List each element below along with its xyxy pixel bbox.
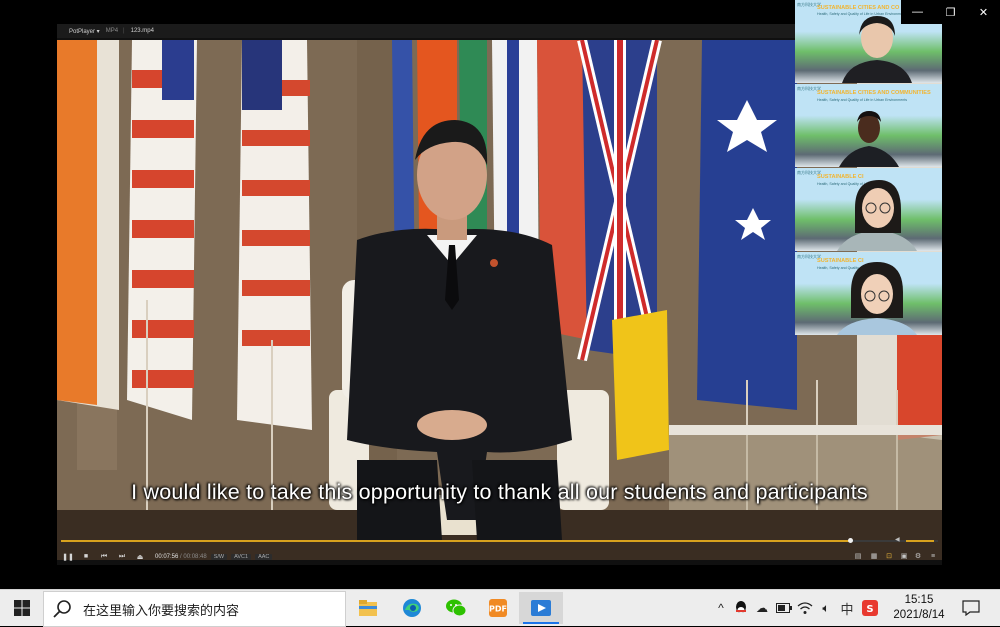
- restore-icon[interactable]: ❐: [934, 0, 967, 24]
- search-placeholder: 在这里输入你要搜索的内容: [83, 602, 240, 618]
- participant-tile-4[interactable]: 南方科技大学 SUSTAINABLE CI Health, Safety and…: [795, 252, 942, 335]
- volume-tray-icon[interactable]: 🔈︎: [817, 598, 835, 618]
- total-time: / 00:08:48: [180, 553, 207, 560]
- audio-codec-badge[interactable]: AAC: [255, 553, 273, 560]
- taskbar-app[interactable]: PDF: [476, 592, 520, 624]
- window-controls: — ❐ ✕: [901, 0, 1000, 24]
- onedrive-cloud-icon[interactable]: ☁: [753, 598, 771, 618]
- next-icon[interactable]: ⏭: [115, 550, 129, 564]
- edge-icon: [403, 599, 421, 617]
- search-icon: [53, 600, 71, 618]
- time-display: 00:07:56 / 00:08:48: [155, 554, 207, 560]
- player-file-name: 123.mp4: [130, 28, 154, 34]
- previous-icon[interactable]: ⏮: [97, 550, 111, 564]
- svg-text:S: S: [866, 604, 873, 615]
- title-separator: |: [123, 28, 125, 34]
- volume-bar[interactable]: [906, 540, 934, 542]
- close-icon[interactable]: ✕: [967, 0, 1000, 24]
- windows-logo-icon: [13, 600, 30, 616]
- stop-icon[interactable]: ■: [79, 550, 93, 564]
- ime-indicator[interactable]: 中: [838, 598, 856, 618]
- svg-text:PDF: PDF: [489, 605, 507, 614]
- pause-icon[interactable]: ❚❚: [61, 550, 75, 564]
- clock-time: 15:15: [904, 594, 934, 606]
- subtitle-icon[interactable]: ▦: [868, 550, 880, 562]
- decoder-badge[interactable]: S/W: [210, 553, 228, 560]
- current-time: 00:07:56: [155, 553, 179, 560]
- file-explorer-icon: [359, 600, 377, 616]
- minimize-icon[interactable]: —: [901, 0, 934, 24]
- taskbar-wechat[interactable]: [434, 592, 478, 624]
- wifi-icon[interactable]: [796, 598, 814, 618]
- taskbar-clock[interactable]: 15:15 2021/8/14: [886, 593, 952, 623]
- player-controls: ❚❚ ■ ⏮ ⏭ ⏏ 00:07:56 / 00:08:48 S/W AVC1 …: [57, 548, 942, 565]
- participant-video: [839, 111, 899, 167]
- participant-video: [837, 180, 917, 251]
- taskbar-potplayer[interactable]: [519, 592, 563, 624]
- show-hidden-icons-chevron-icon[interactable]: ^: [712, 598, 730, 618]
- wechat-icon: [446, 599, 467, 617]
- start-button[interactable]: [0, 590, 43, 626]
- playlist-icon[interactable]: ▣: [898, 550, 910, 562]
- volume-bar-fill: [906, 540, 934, 542]
- taskbar-file-explorer[interactable]: [346, 592, 390, 624]
- settings-icon[interactable]: ⚙: [912, 550, 924, 562]
- participant-video: [837, 262, 917, 335]
- notification-center-icon[interactable]: [960, 598, 982, 618]
- windows-taskbar: 在这里输入你要搜索的内容 PDF ^ ☁ 🔈︎ 中 S 15:15 2021/8…: [0, 589, 1000, 627]
- qq-tray-icon[interactable]: [732, 598, 750, 618]
- screen-ratio-icon[interactable]: ▤: [852, 550, 864, 562]
- qq-icon: [736, 601, 746, 613]
- battery-shape: [776, 603, 792, 613]
- participant-tile-3[interactable]: 南方科技大学 SUSTAINABLE CI Health, Safety and…: [795, 168, 942, 251]
- menu-icon[interactable]: ≡: [927, 550, 939, 562]
- taskbar-edge[interactable]: [390, 592, 434, 624]
- taskbar-search-box[interactable]: 在这里输入你要搜索的内容: [43, 591, 346, 627]
- app-icon: PDF: [489, 599, 507, 617]
- player-app-menu[interactable]: PotPlayer ▾: [63, 28, 100, 35]
- sogou-shape: S: [862, 600, 878, 616]
- clock-date: 2021/8/14: [893, 609, 945, 621]
- wifi-shape: [797, 602, 813, 614]
- seek-bar[interactable]: [61, 538, 938, 543]
- video-codec-badge[interactable]: AVC1: [231, 553, 252, 560]
- volume-icon[interactable]: ◀: [895, 536, 900, 543]
- player-format-label: MP4: [105, 28, 119, 34]
- participant-tile-2[interactable]: 南方科技大学 SUSTAINABLE CITIES AND COMMUNITIE…: [795, 84, 942, 167]
- potplayer-icon: [531, 600, 551, 616]
- subtitle-text: I would like to take this opportunity to…: [131, 480, 868, 504]
- eject-icon[interactable]: ⏏: [133, 550, 147, 564]
- message-bubble-icon: [962, 600, 980, 616]
- seek-bar-fill: [61, 540, 851, 542]
- battery-icon[interactable]: [775, 598, 793, 618]
- sogou-input-icon[interactable]: S: [861, 598, 879, 618]
- capture-icon[interactable]: ⊡: [883, 550, 895, 562]
